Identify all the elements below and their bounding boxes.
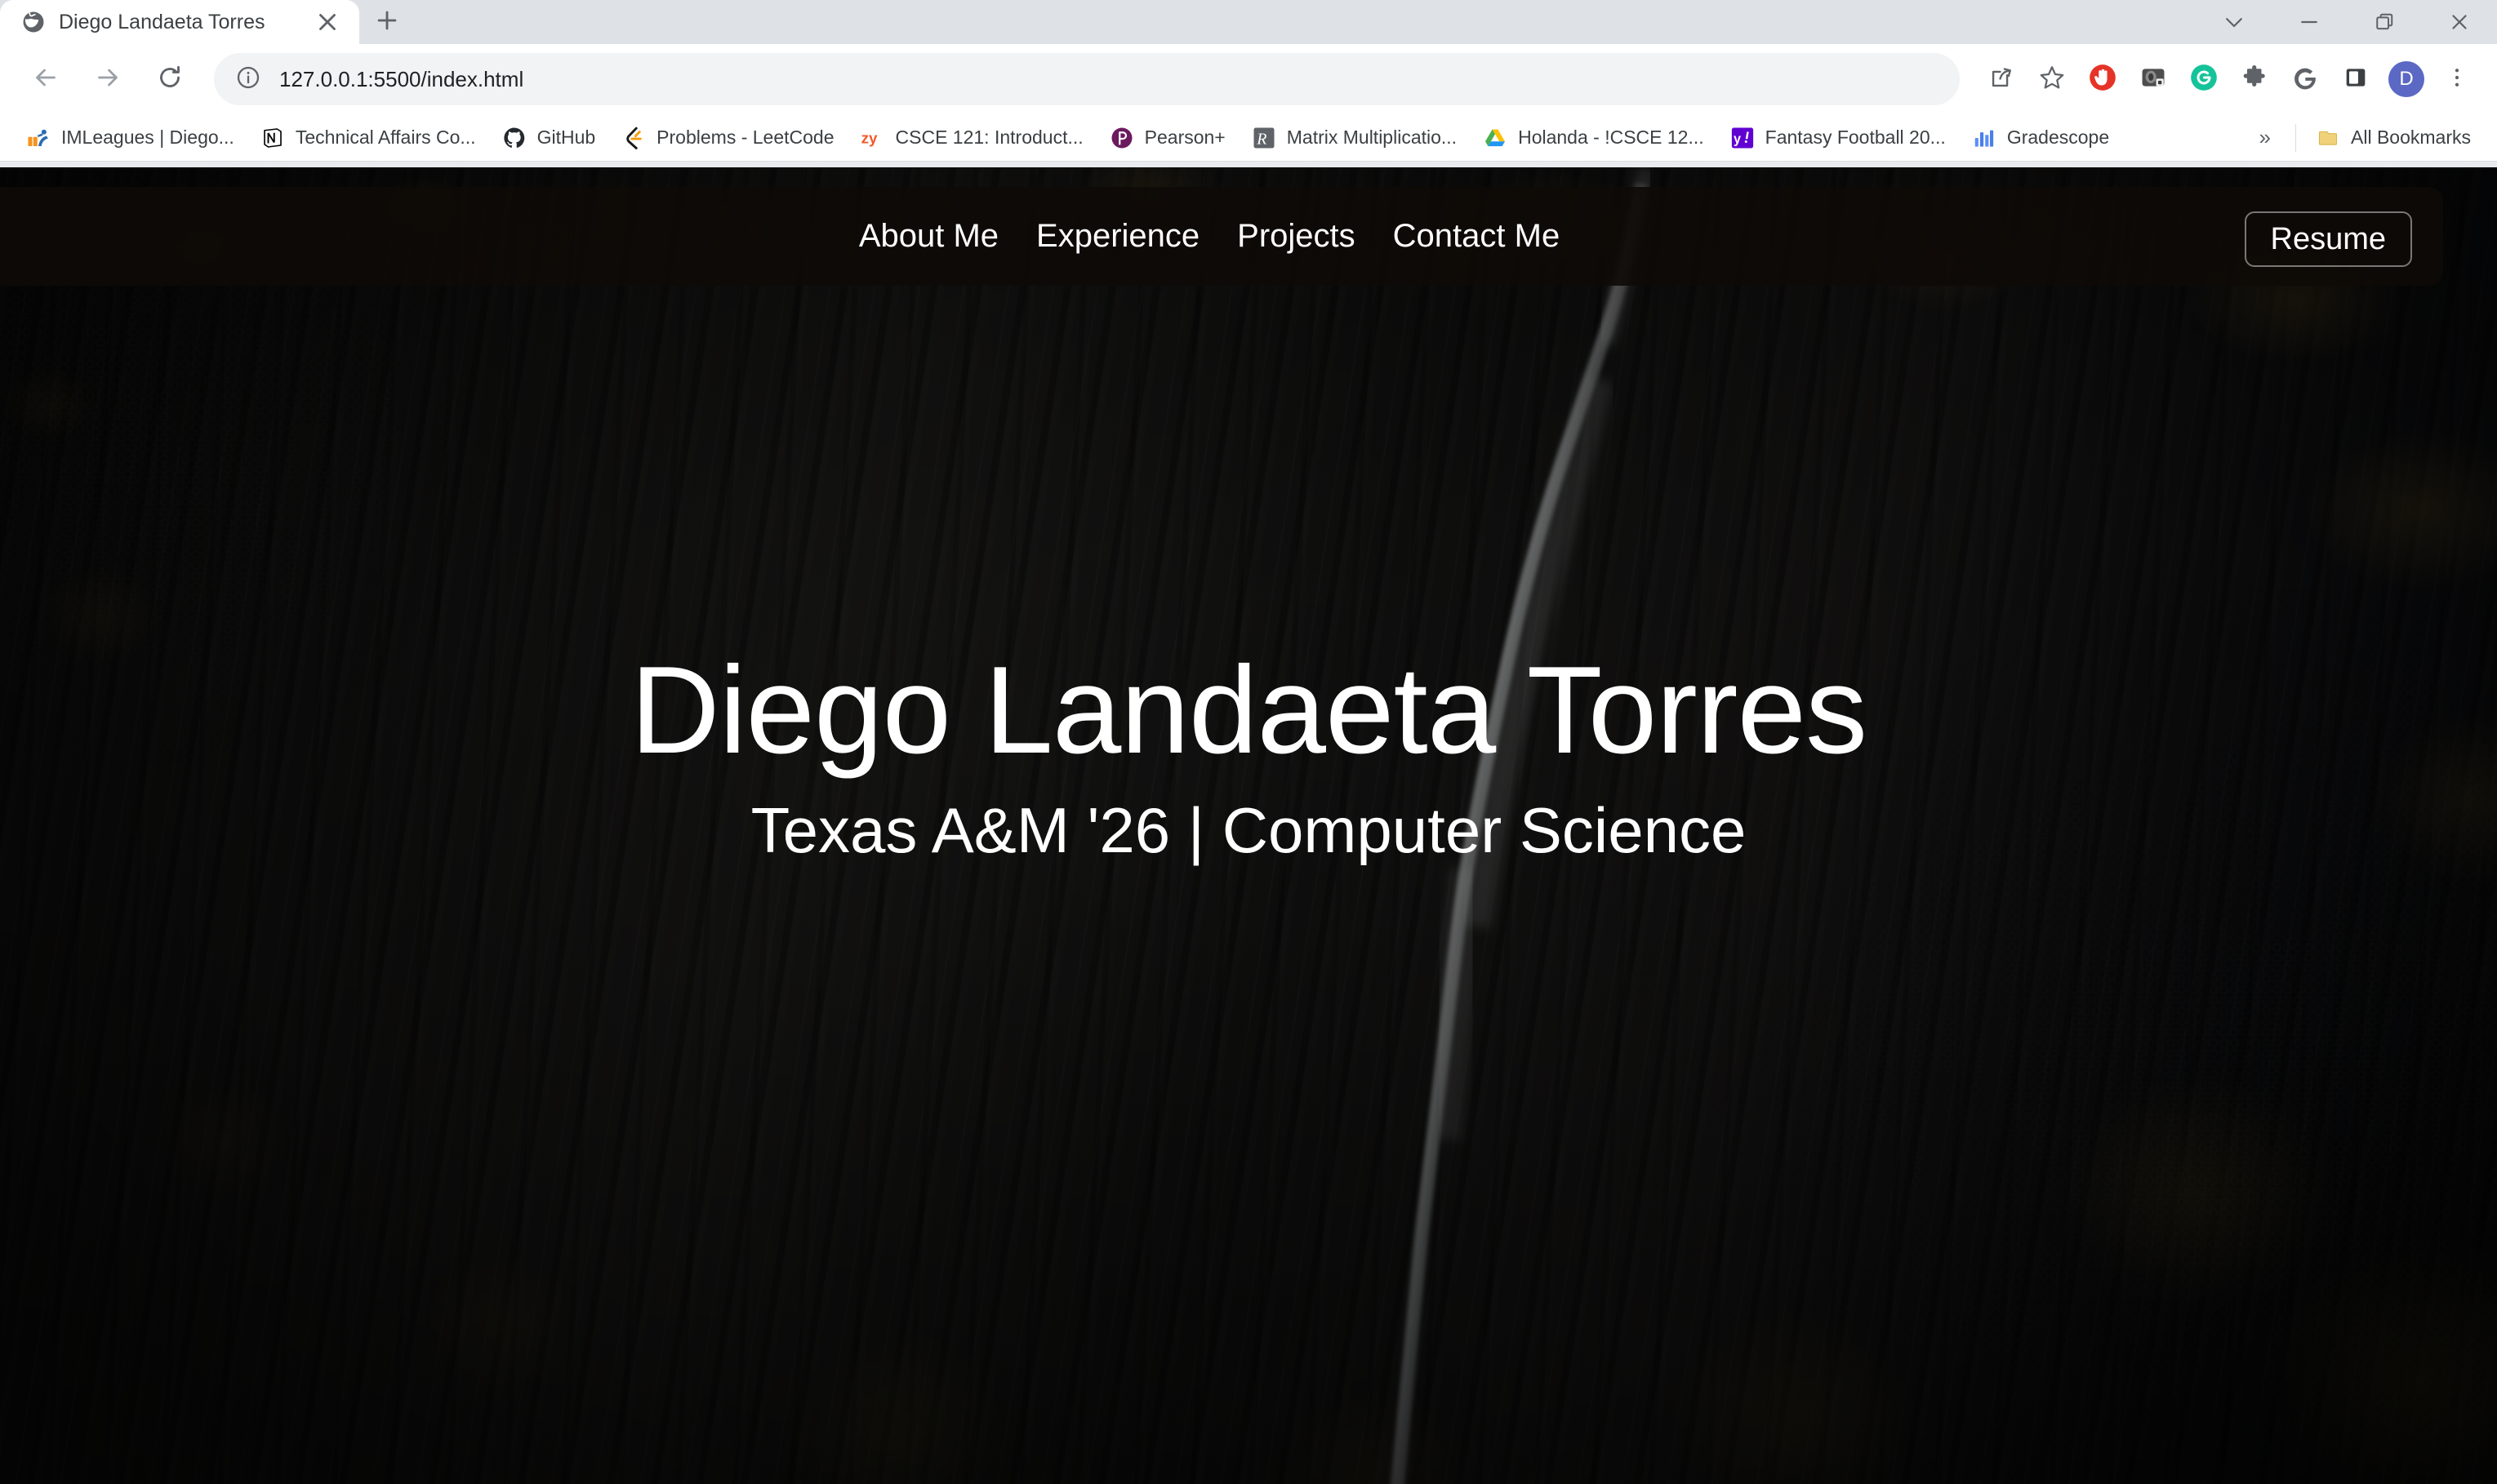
bookmark-leetcode[interactable]: Problems - LeetCode (608, 119, 847, 157)
screen-recorder-extension-icon (2139, 64, 2167, 96)
close-icon[interactable] (314, 8, 341, 36)
overleaf-r-icon: R (1252, 126, 1276, 150)
url-text: 127.0.0.1:5500/index.html (279, 66, 524, 91)
bookmark-pearson[interactable]: Pearson+ (1097, 119, 1239, 157)
reload-icon (155, 63, 185, 96)
screen-recorder-extension-button[interactable] (2128, 54, 2179, 104)
three-dot-menu-icon (2445, 65, 2469, 94)
github-icon (502, 126, 527, 150)
reload-button[interactable] (144, 53, 196, 105)
extensions-puzzle-icon (2241, 64, 2268, 96)
grammarly-extension-icon (2188, 62, 2219, 97)
share-button[interactable] (1976, 54, 2027, 104)
bookmark-label: Matrix Multiplicatio... (1286, 127, 1458, 148)
forward-button[interactable] (82, 53, 134, 105)
google-drive-icon (1483, 126, 1507, 150)
bookmark-label: Technical Affairs Co... (295, 127, 476, 148)
leetcode-icon (621, 126, 646, 150)
address-bar[interactable]: 127.0.0.1:5500/index.html (214, 53, 1960, 105)
chevron-down-icon[interactable] (2197, 0, 2272, 44)
bookmark-holanda-drive[interactable]: Holanda - !CSCE 12... (1470, 119, 1717, 157)
adblock-extension-button[interactable] (2077, 54, 2128, 104)
bookmark-fantasy-football[interactable]: y Fantasy Football 20... (1717, 119, 1959, 157)
bookmark-label: Fantasy Football 20... (1765, 127, 1946, 148)
folder-icon (2316, 126, 2340, 150)
bookmark-csce121[interactable]: zy CSCE 121: Introduct... (848, 119, 1097, 157)
browser-window: Diego Landaeta Torres 127.0.0.1:5500/ind… (0, 0, 2497, 1484)
notion-icon (260, 126, 285, 150)
restore-icon[interactable] (2347, 0, 2422, 44)
svg-text:zy: zy (861, 129, 877, 146)
star-icon (2037, 63, 2067, 96)
browser-toolbar: 127.0.0.1:5500/index.html D (0, 44, 2497, 114)
profile-avatar[interactable]: D (2381, 54, 2432, 104)
share-icon (1987, 64, 2015, 96)
tab-title: Diego Landaeta Torres (59, 10, 265, 33)
bookmarks-right-group: » All Bookmarks (2241, 119, 2484, 157)
hero-section: About Me Experience Projects Contact Me … (0, 167, 2497, 1484)
google-extension-icon (2290, 63, 2320, 96)
yahoo-icon: y (1730, 126, 1755, 150)
tab-strip: Diego Landaeta Torres (0, 0, 2497, 44)
adblock-extension-icon (2087, 62, 2118, 97)
plus-icon (373, 7, 401, 38)
minimize-icon[interactable] (2272, 0, 2347, 44)
browser-menu-button[interactable] (2432, 54, 2482, 104)
avatar-letter: D (2399, 68, 2414, 90)
svg-text:R: R (1256, 130, 1266, 148)
globe-icon (21, 10, 46, 34)
side-panel-button[interactable] (2330, 54, 2381, 104)
divider (2295, 123, 2297, 152)
side-panel-icon (2343, 64, 2369, 95)
hero-subtitle: Texas A&M '26 | Computer Science (750, 793, 1747, 866)
bookmark-label: Gradescope (2006, 127, 2110, 148)
window-controls (2197, 0, 2497, 44)
bookmark-label: Holanda - !CSCE 12... (1518, 127, 1704, 148)
bookmark-technical-affairs[interactable]: Technical Affairs Co... (247, 119, 489, 157)
info-circle-icon[interactable] (235, 64, 261, 95)
gradescope-icon (1972, 126, 1996, 150)
browser-tab[interactable]: Diego Landaeta Torres (0, 0, 359, 44)
page-viewport: About Me Experience Projects Contact Me … (0, 167, 2497, 1484)
extensions-button[interactable] (2229, 54, 2280, 104)
bookmark-label: Problems - LeetCode (657, 127, 835, 148)
all-bookmarks-button[interactable]: All Bookmarks (2303, 119, 2484, 157)
bookmark-label: CSCE 121: Introduct... (895, 127, 1084, 148)
pearson-icon (1110, 126, 1134, 150)
avatar: D (2388, 61, 2424, 97)
bookmark-label: Pearson+ (1144, 127, 1226, 148)
forward-arrow-icon (93, 63, 122, 96)
bookmark-imleagues[interactable]: IMLeagues | Diego... (13, 119, 247, 157)
hero-content: Diego Landaeta Torres Texas A&M '26 | Co… (0, 167, 2497, 1484)
toolbar-actions: D (1976, 54, 2482, 104)
bookmark-label: IMLeagues | Diego... (61, 127, 234, 148)
bookmarks-bar: IMLeagues | Diego... Technical Affairs C… (0, 114, 2497, 162)
back-button[interactable] (20, 53, 72, 105)
bookmark-github[interactable]: GitHub (489, 119, 609, 157)
all-bookmarks-label: All Bookmarks (2351, 127, 2471, 148)
bookmarks-overflow-button[interactable]: » (2241, 125, 2289, 150)
page-title: Diego Landaeta Torres (630, 641, 1867, 780)
zybooks-icon: zy (861, 126, 885, 150)
back-arrow-icon (31, 63, 60, 96)
grammarly-extension-button[interactable] (2179, 54, 2229, 104)
bookmark-gradescope[interactable]: Gradescope (1959, 119, 2122, 157)
bookmark-matrix-multiplication[interactable]: R Matrix Multiplicatio... (1239, 119, 1470, 157)
bookmark-button[interactable] (2027, 54, 2077, 104)
svg-text:y: y (1734, 131, 1741, 146)
bookmark-label: GitHub (536, 127, 596, 148)
imleagues-icon (26, 126, 51, 150)
new-tab-button[interactable] (359, 0, 415, 44)
close-window-icon[interactable] (2422, 0, 2497, 44)
google-extension-button[interactable] (2280, 54, 2330, 104)
